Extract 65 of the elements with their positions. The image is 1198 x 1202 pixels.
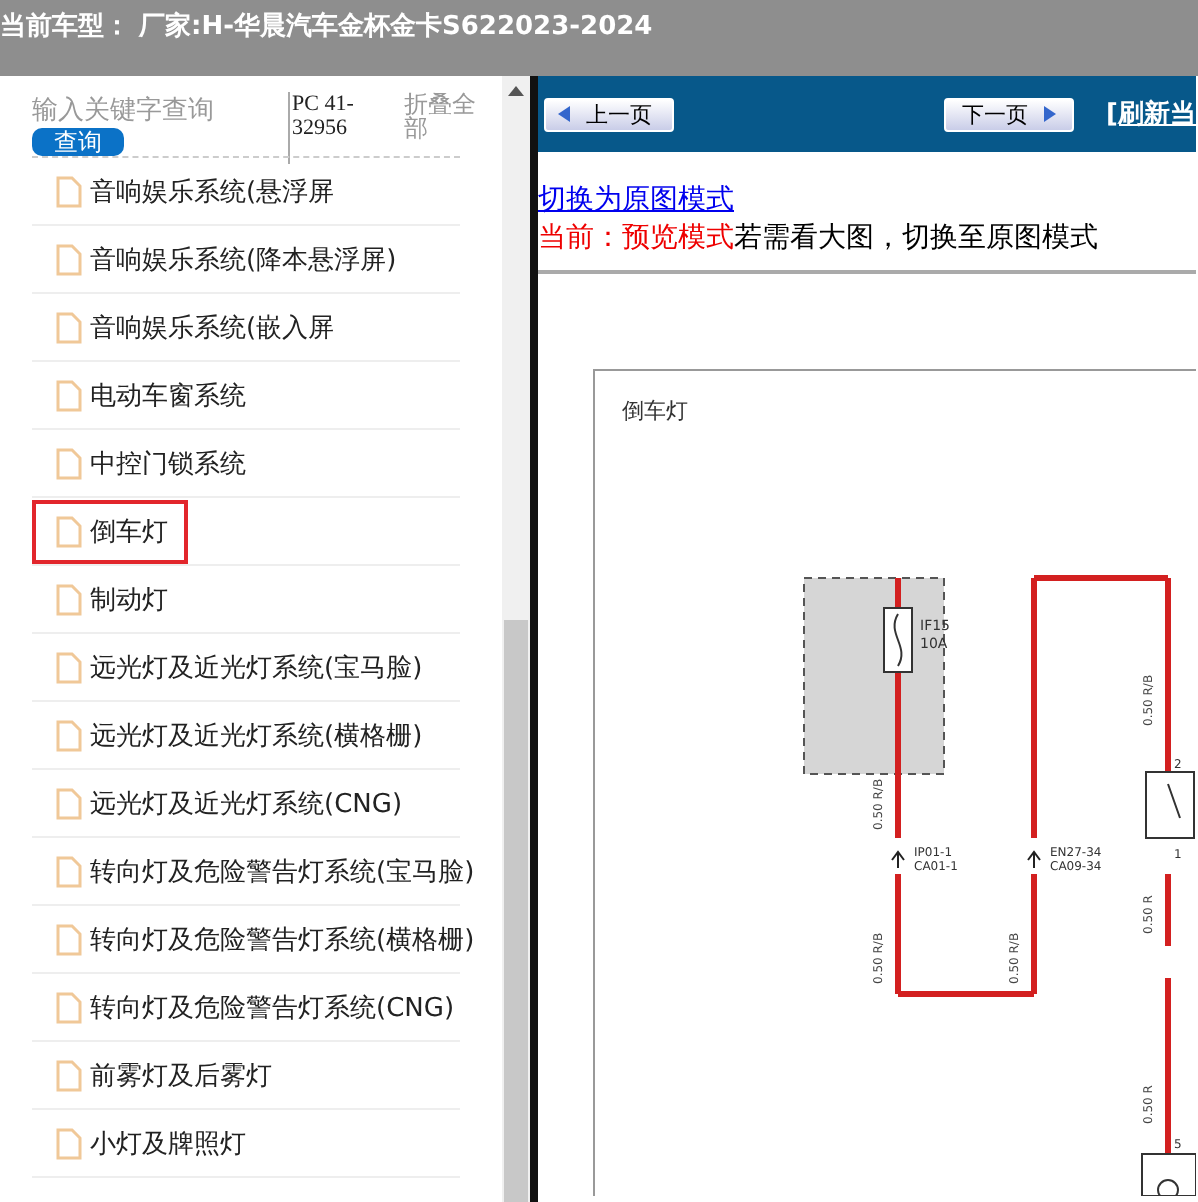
item-label: 远光灯及近光灯系统(横格栅) bbox=[90, 719, 423, 753]
connector-icon bbox=[1027, 850, 1041, 869]
refresh-link[interactable]: [刷新当 bbox=[1106, 96, 1196, 132]
item-label: 转向灯及危险警告灯系统(宝马脸) bbox=[90, 855, 475, 889]
item-label: 音响娱乐系统(降本悬浮屏) bbox=[90, 243, 397, 277]
item-label: 远光灯及近光灯系统(宝马脸) bbox=[90, 651, 423, 685]
tree-item[interactable]: 转向灯及危险警告灯系统(宝马脸) bbox=[32, 839, 495, 903]
item-label: 前雾灯及后雾灯 bbox=[90, 1059, 272, 1093]
document-icon bbox=[56, 719, 82, 751]
document-icon bbox=[56, 515, 82, 547]
document-icon bbox=[56, 243, 82, 275]
tree-item[interactable]: 远光灯及近光灯系统(横格栅) bbox=[32, 703, 443, 767]
document-icon bbox=[56, 379, 82, 411]
diagram-title: 倒车灯 bbox=[622, 398, 688, 424]
tree-item[interactable]: 小灯及牌照灯 bbox=[32, 1111, 266, 1175]
tree-item[interactable]: 制动灯 bbox=[32, 567, 188, 631]
document-icon bbox=[56, 447, 82, 479]
connector-icon bbox=[891, 850, 905, 869]
document-icon bbox=[56, 923, 82, 955]
item-label: 小灯及牌照灯 bbox=[90, 1127, 246, 1161]
current-mode-label: 当前：预览模式 bbox=[538, 222, 734, 254]
item-label: 转向灯及危险警告灯系统(CNG) bbox=[90, 991, 455, 1025]
search-field[interactable]: 输入关键字查询 bbox=[32, 92, 272, 128]
switch-drawing bbox=[1145, 771, 1195, 839]
tree-item[interactable]: 转向灯及危险警告灯系统(横格栅) bbox=[32, 907, 495, 971]
tree-item[interactable]: 倒车灯 bbox=[32, 499, 188, 563]
document-icon bbox=[56, 855, 82, 887]
switch-mode-link[interactable]: 切换为原图模式 bbox=[538, 184, 734, 216]
previous-page-button[interactable]: 上一页 bbox=[544, 97, 674, 131]
document-icon bbox=[56, 311, 82, 343]
tree-item[interactable]: 音响娱乐系统(嵌入屏 bbox=[32, 295, 355, 359]
tree-item[interactable]: 远光灯及近光灯系统(宝马脸) bbox=[32, 635, 443, 699]
right-arrow-icon bbox=[1044, 106, 1057, 122]
model-code: PC 41-32956 bbox=[288, 92, 388, 164]
item-label: 远光灯及近光灯系统(CNG) bbox=[90, 787, 403, 821]
car-model-title: 当前车型： 厂家:H-华晨汽车金杯金卡S622023-2024 bbox=[0, 9, 653, 44]
tree-item[interactable]: 远光灯及近光灯系统(CNG) bbox=[32, 771, 423, 835]
fuse-icon bbox=[883, 607, 913, 673]
tree-item[interactable]: 音响娱乐系统(悬浮屏 bbox=[32, 159, 355, 223]
scroll-up-icon[interactable] bbox=[508, 86, 524, 96]
wire bbox=[1165, 874, 1171, 946]
document-icon bbox=[56, 787, 82, 819]
item-label: 倒车灯 bbox=[90, 515, 168, 549]
document-icon bbox=[56, 1059, 82, 1091]
scrollbar-thumb[interactable] bbox=[504, 620, 528, 1202]
mode-hint: 若需看大图，切换至原图模式 bbox=[734, 222, 1098, 254]
search-button[interactable]: 查询 bbox=[32, 128, 124, 156]
left-arrow-icon bbox=[558, 106, 570, 122]
tree-item[interactable]: 音响娱乐系统(降本悬浮屏) bbox=[32, 227, 417, 291]
item-label: 音响娱乐系统(嵌入屏 bbox=[90, 311, 335, 345]
tree-item[interactable]: 中控门锁系统 bbox=[32, 431, 266, 495]
tree-item[interactable]: 前雾灯及后雾灯 bbox=[32, 1043, 292, 1107]
item-label: 电动车窗系统 bbox=[90, 379, 246, 413]
item-label: 制动灯 bbox=[90, 583, 168, 617]
tree-item[interactable]: 电动车窗系统 bbox=[32, 363, 266, 427]
document-icon bbox=[56, 583, 82, 615]
document-icon bbox=[56, 1127, 82, 1159]
next-page-button[interactable]: 下一页 bbox=[944, 97, 1075, 131]
document-icon bbox=[56, 991, 82, 1023]
tree-item[interactable]: 转向灯及危险警告灯系统(CNG) bbox=[32, 975, 475, 1039]
item-label: 音响娱乐系统(悬浮屏 bbox=[90, 175, 335, 209]
item-label: 中控门锁系统 bbox=[90, 447, 246, 481]
document-icon bbox=[56, 651, 82, 683]
item-label: 转向灯及危险警告灯系统(横格栅) bbox=[90, 923, 475, 957]
document-icon bbox=[56, 175, 82, 207]
